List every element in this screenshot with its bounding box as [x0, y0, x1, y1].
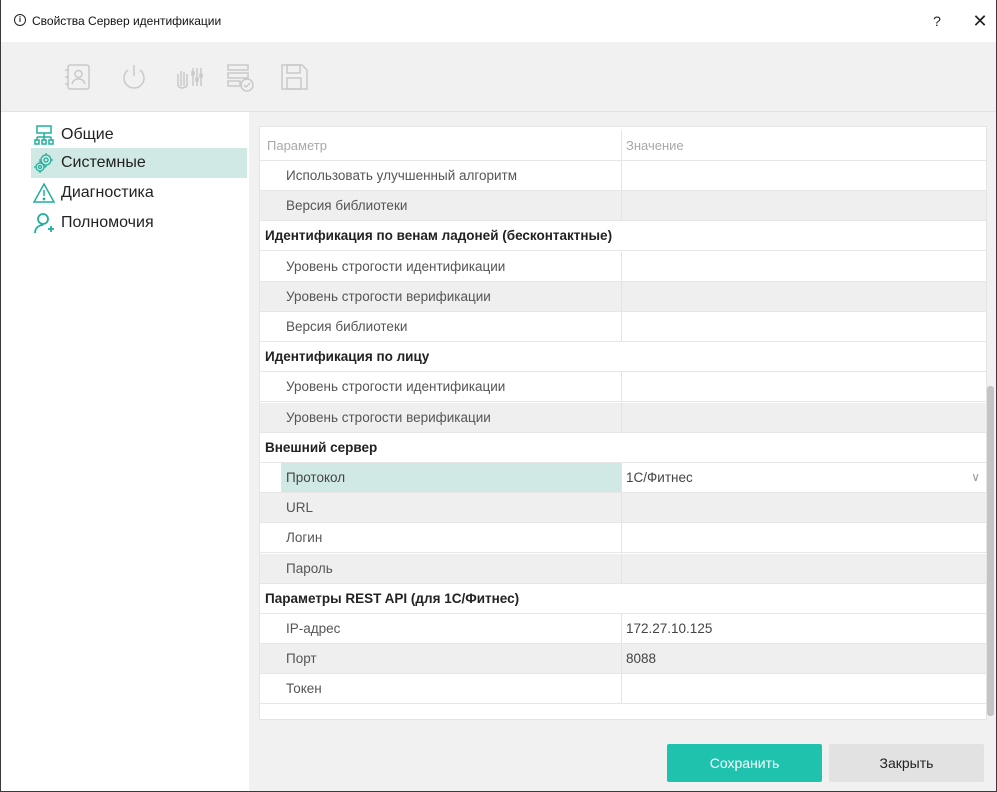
sidebar: Общие Системные Диагностика Полномочия [1, 112, 249, 791]
value-cell[interactable]: 8088 [622, 644, 986, 673]
footer: Сохранить Закрыть [249, 726, 996, 791]
table-row[interactable]: Использовать улучшенный алгоритм [260, 161, 986, 191]
table-row[interactable]: Уровень строгости верификации [260, 281, 986, 312]
vertical-scrollbar[interactable] [987, 126, 994, 720]
group-label: Идентификация по венам ладоней (бесконта… [265, 228, 613, 244]
save-button[interactable]: Сохранить [667, 744, 822, 782]
value-text: 172.27.10.125 [626, 621, 713, 636]
param-cell: Версия библиотеки [260, 312, 622, 341]
sidebar-item-label: Системные [61, 154, 146, 171]
table-row[interactable]: Порт 8088 [260, 644, 986, 675]
chevron-down-icon[interactable]: ∨ [971, 463, 980, 492]
value-cell[interactable]: 172.27.10.125 [622, 614, 986, 643]
group-header-row: Параметры REST API (для 1С/Фитнес) [260, 583, 986, 614]
window-title: Свойства Сервер идентификации [32, 14, 222, 28]
contact-card-icon[interactable] [61, 60, 95, 94]
sidebar-item-permissions[interactable]: Полномочия [31, 208, 247, 238]
sidebar-item-general[interactable]: Общие [31, 120, 247, 150]
sidebar-item-diagnostics[interactable]: Диагностика [31, 178, 247, 208]
value-cell[interactable] [622, 523, 986, 552]
gears-icon [33, 152, 55, 174]
list-check-icon[interactable] [223, 60, 257, 94]
row-gutter [260, 463, 282, 492]
close-window-button[interactable]: ✕ [969, 10, 991, 32]
close-button[interactable]: Закрыть [829, 744, 984, 782]
hand-settings-icon[interactable] [171, 60, 205, 94]
table-row[interactable]: Версия библиотеки [260, 191, 986, 222]
value-cell[interactable] [622, 493, 986, 522]
table-row[interactable]: Уровень строгости идентификации [260, 372, 986, 403]
param-cell: Логин [260, 523, 622, 553]
table-row[interactable]: Уровень строгости верификации [260, 402, 986, 433]
value-text: 8088 [626, 651, 657, 667]
param-cell: Пароль [260, 553, 622, 583]
sidebar-item-label: Полномочия [61, 214, 154, 231]
save-icon[interactable] [277, 60, 311, 94]
group-header-row: Внешний сервер [260, 432, 986, 463]
scrollbar-thumb[interactable] [987, 386, 994, 716]
value-text: 1С/Фитнес [626, 470, 693, 485]
param-cell: Уровень строгости идентификации [260, 372, 622, 402]
group-header-row: Идентификация по венам ладоней (бесконта… [260, 221, 986, 252]
properties-window: i Свойства Сервер идентификации ? ✕ Общи… [0, 0, 997, 792]
table-row[interactable]: Пароль [260, 553, 986, 584]
value-cell[interactable] [622, 674, 986, 703]
grid-header: Параметр Значение [260, 131, 986, 161]
content-panel: Параметр Значение Использовать улучшенны… [249, 112, 996, 726]
param-cell: Уровень строгости верификации [260, 281, 622, 311]
param-cell: Уровень строгости верификации [260, 402, 622, 432]
value-cell[interactable] [622, 403, 986, 432]
toolbar [1, 42, 996, 112]
help-button[interactable]: ? [926, 10, 948, 32]
table-row[interactable]: Версия библиотеки [260, 312, 986, 342]
value-cell[interactable] [622, 554, 986, 583]
title-bar: i Свойства Сервер идентификации ? ✕ [1, 0, 996, 42]
network-icon [33, 124, 55, 146]
value-cell[interactable] [622, 282, 986, 311]
value-cell[interactable] [622, 372, 986, 401]
sidebar-item-system[interactable]: Системные [31, 148, 247, 178]
param-cell: URL [260, 493, 622, 523]
group-label: Идентификация по лицу [265, 349, 430, 365]
table-row[interactable]: Токен [260, 674, 986, 705]
param-cell: Протокол [282, 463, 622, 492]
sidebar-item-label: Общие [61, 126, 114, 143]
column-header-param: Параметр [260, 131, 622, 160]
group-label: Параметры REST API (для 1С/Фитнес) [265, 590, 520, 606]
table-row[interactable]: Логин [260, 523, 986, 554]
table-row[interactable]: Протокол 1С/Фитнес ∨ [260, 463, 986, 493]
param-cell: IP-адрес [260, 614, 622, 643]
group-label: Внешний сервер [265, 439, 378, 455]
value-cell[interactable] [622, 252, 986, 281]
power-icon[interactable] [117, 60, 151, 94]
table-row[interactable]: URL [260, 493, 986, 524]
info-icon: i [14, 14, 26, 26]
sidebar-item-label: Диагностика [61, 184, 154, 201]
param-cell: Уровень строгости идентификации [260, 251, 622, 281]
param-cell: Версия библиотеки [260, 191, 622, 221]
column-header-value: Значение [626, 138, 684, 153]
properties-grid: Параметр Значение Использовать улучшенны… [259, 126, 987, 720]
protocol-dropdown[interactable]: 1С/Фитнес ∨ [622, 463, 986, 492]
warning-icon [32, 182, 56, 204]
param-cell: Порт [260, 644, 622, 674]
param-cell: Токен [260, 674, 622, 704]
param-cell: Использовать улучшенный алгоритм [260, 161, 622, 190]
value-cell[interactable] [622, 191, 986, 220]
value-cell[interactable] [622, 161, 986, 190]
user-plus-icon [33, 212, 55, 234]
table-row[interactable]: Уровень строгости идентификации [260, 251, 986, 282]
value-cell[interactable] [622, 312, 986, 341]
table-row[interactable]: IP-адрес 172.27.10.125 [260, 614, 986, 644]
group-header-row: Идентификация по лицу [260, 342, 986, 373]
